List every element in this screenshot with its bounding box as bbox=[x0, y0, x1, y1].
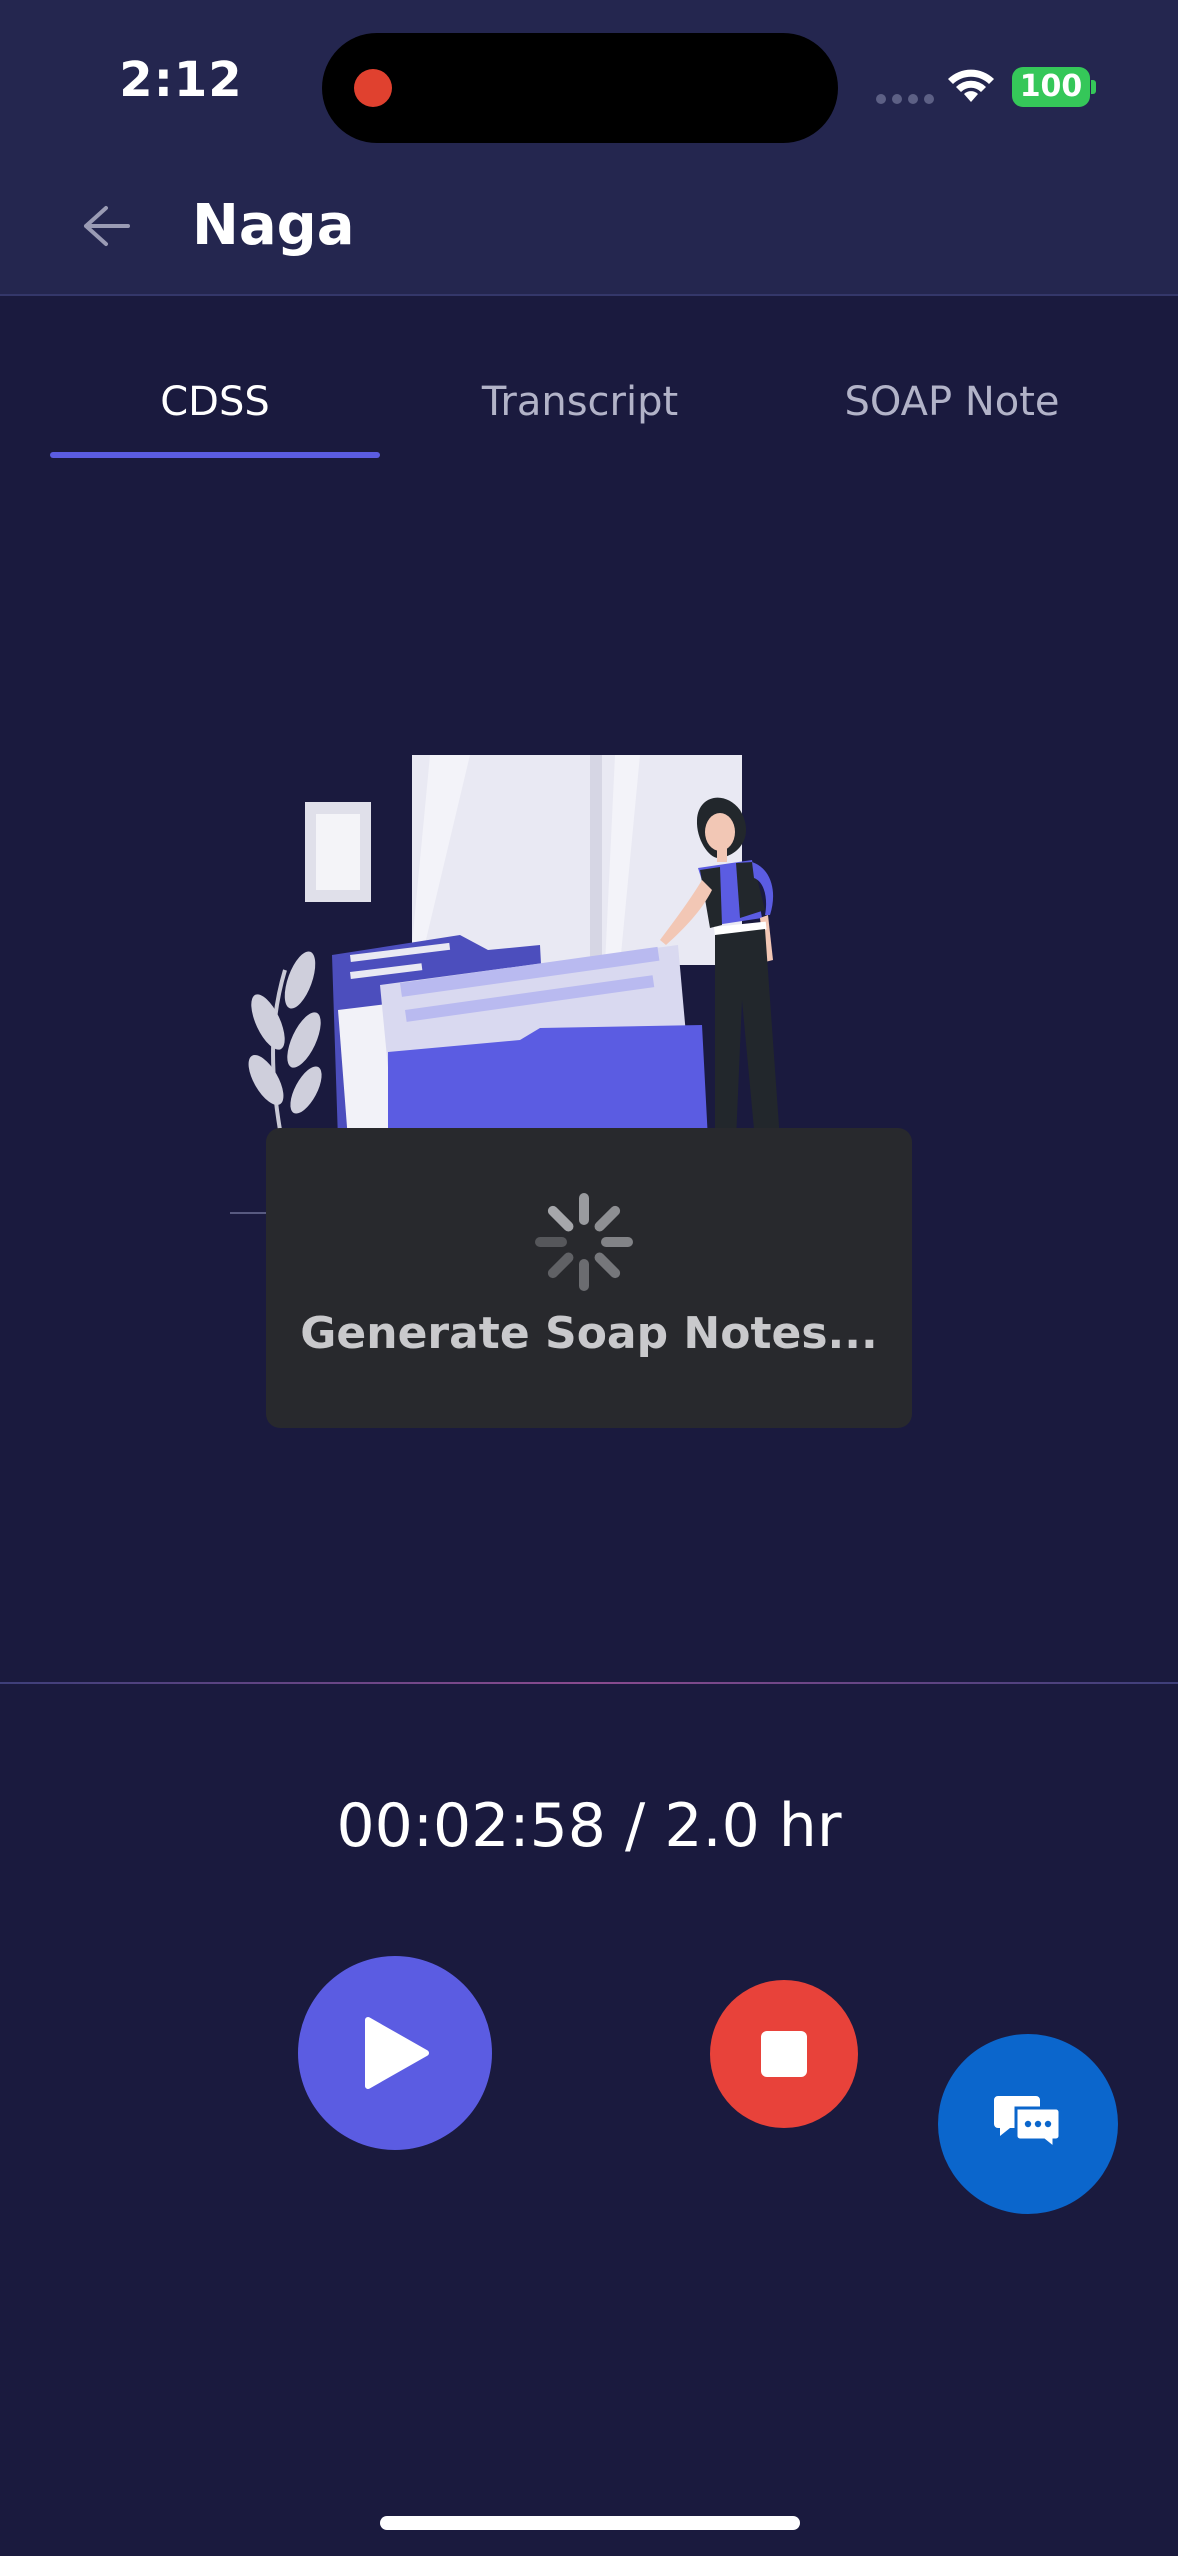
recording-timer: 00:02:58 / 2.0 hr bbox=[336, 1791, 842, 1861]
play-button[interactable] bbox=[298, 1956, 492, 2150]
status-time: 2:12 bbox=[119, 52, 243, 108]
loading-overlay: Generate Soap Notes... bbox=[266, 1128, 912, 1428]
chat-bubbles-icon bbox=[994, 2096, 1062, 2152]
tab-cdss[interactable]: CDSS bbox=[50, 360, 380, 444]
tab-soap-note[interactable]: SOAP Note bbox=[780, 360, 1124, 444]
stop-button[interactable] bbox=[710, 1980, 858, 2128]
wifi-icon bbox=[948, 69, 994, 102]
battery-tip bbox=[1091, 80, 1096, 94]
back-button[interactable] bbox=[70, 190, 142, 262]
arrow-left-icon bbox=[84, 206, 130, 246]
recording-indicator-icon bbox=[354, 69, 392, 107]
spinner-icon bbox=[535, 1193, 633, 1291]
tab-bar: CDSS Transcript SOAP Note bbox=[0, 360, 1178, 464]
tab-transcript[interactable]: Transcript bbox=[410, 360, 750, 444]
battery-indicator: 100 bbox=[1012, 67, 1090, 107]
stop-icon bbox=[761, 2031, 807, 2077]
active-tab-indicator bbox=[50, 452, 380, 458]
section-divider bbox=[0, 1682, 1178, 1684]
cellular-signal-icon bbox=[876, 94, 934, 104]
dynamic-island bbox=[322, 33, 838, 143]
play-icon bbox=[365, 2017, 429, 2089]
home-indicator[interactable] bbox=[380, 2516, 800, 2530]
chat-button[interactable] bbox=[938, 2034, 1118, 2214]
loading-message: Generate Soap Notes... bbox=[300, 1308, 878, 1359]
page-title: Naga bbox=[192, 193, 355, 258]
